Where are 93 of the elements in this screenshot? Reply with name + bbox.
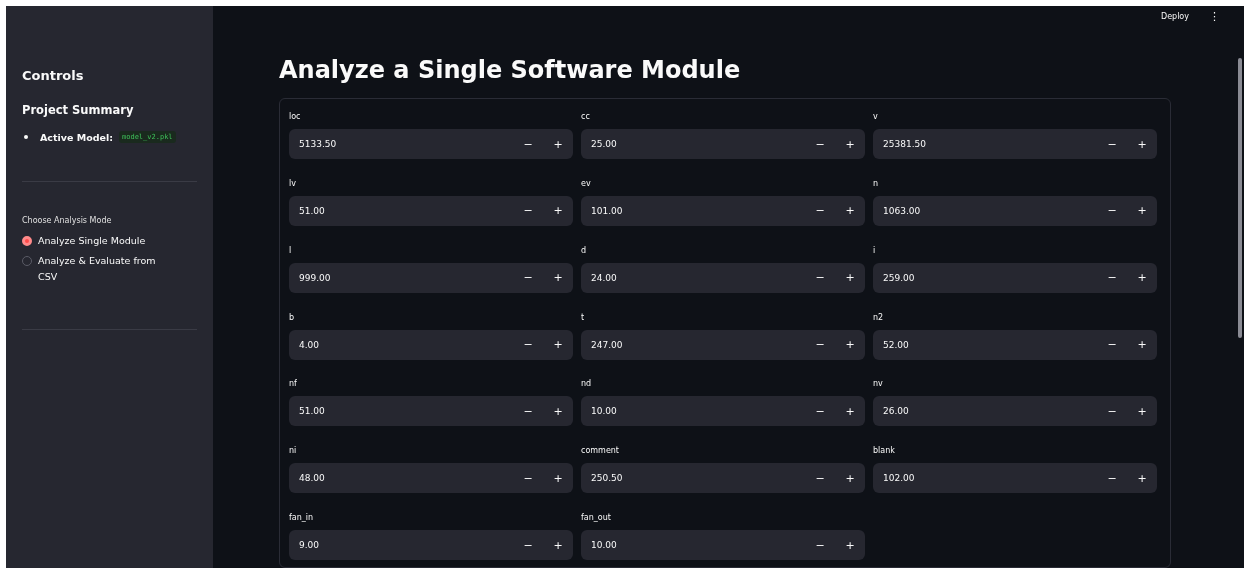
increment-button[interactable]: + — [835, 195, 865, 226]
field-label: nv — [873, 378, 884, 391]
increment-button[interactable]: + — [835, 329, 865, 360]
decrement-button[interactable]: − — [805, 262, 835, 293]
decrement-button[interactable]: − — [1097, 129, 1127, 159]
decrement-button[interactable]: − — [805, 129, 835, 159]
increment-button[interactable]: + — [1127, 129, 1157, 159]
increment-button[interactable]: + — [543, 463, 573, 494]
decrement-button[interactable]: − — [513, 530, 543, 561]
increment-button[interactable]: + — [1127, 262, 1157, 293]
number-input[interactable]: 1063.00 − + — [873, 195, 1157, 226]
field-label: comment — [581, 445, 620, 458]
increment-button[interactable]: + — [543, 396, 573, 427]
number-input[interactable]: 26.00 − + — [873, 396, 1157, 427]
number-input[interactable]: 24.00 − + — [581, 262, 865, 293]
number-input[interactable]: 10.00 − + — [581, 396, 865, 427]
decrement-button[interactable]: − — [805, 329, 835, 360]
number-input[interactable]: 4.00 − + — [289, 329, 573, 360]
menu-button[interactable]: ⋮ — [1207, 9, 1222, 23]
increment-button[interactable]: + — [835, 262, 865, 293]
deploy-button[interactable]: Deploy — [1157, 9, 1193, 23]
number-input[interactable]: 250.50 − + — [581, 463, 865, 494]
field-label: lv — [289, 177, 297, 190]
increment-button[interactable]: + — [835, 129, 865, 159]
number-input[interactable]: 999.00 − + — [289, 262, 573, 293]
field-label: d — [581, 244, 588, 257]
field-label: i — [873, 244, 877, 257]
increment-button[interactable]: + — [543, 530, 573, 561]
number-input[interactable]: 101.00 − + — [581, 195, 865, 226]
radio-button[interactable] — [22, 236, 32, 246]
radio-label[interactable]: Analyze Single Module — [38, 233, 168, 249]
field-label: cc — [581, 111, 591, 123]
field-label: n2 — [873, 311, 885, 324]
decrement-button[interactable]: − — [1097, 396, 1127, 427]
increment-button[interactable]: + — [835, 530, 865, 561]
radio-label[interactable]: Analyze & Evaluate from CSV — [38, 253, 168, 285]
sidebar-title: Controls — [22, 68, 85, 83]
field-label: t — [581, 311, 586, 324]
increment-button[interactable]: + — [543, 129, 573, 159]
field-label: fan_out — [581, 512, 612, 525]
increment-button[interactable]: + — [835, 463, 865, 494]
decrement-button[interactable]: − — [1097, 463, 1127, 494]
decrement-button[interactable]: − — [513, 396, 543, 427]
decrement-button[interactable]: − — [1097, 329, 1127, 360]
field-label: ni — [289, 445, 298, 458]
scrollbar[interactable] — [1238, 58, 1242, 338]
number-input[interactable]: 5133.50 − + — [289, 129, 573, 159]
field-label: loc — [289, 111, 302, 123]
number-input[interactable]: 25381.50 − + — [873, 129, 1157, 159]
increment-button[interactable]: + — [543, 329, 573, 360]
field-label: v — [873, 111, 879, 123]
increment-button[interactable]: + — [1127, 463, 1157, 494]
page-title: Analyze a Single Software Module — [279, 56, 742, 84]
summary-label: Active Model: — [40, 131, 113, 143]
decrement-button[interactable]: − — [805, 530, 835, 561]
number-input[interactable]: 9.00 − + — [289, 530, 573, 561]
number-input[interactable]: 48.00 − + — [289, 463, 573, 494]
increment-button[interactable]: + — [1127, 329, 1157, 360]
decrement-button[interactable]: − — [513, 262, 543, 293]
decrement-button[interactable]: − — [805, 195, 835, 226]
number-input[interactable]: 259.00 − + — [873, 262, 1157, 293]
number-input[interactable]: 102.00 − + — [873, 463, 1157, 494]
field-label: l — [289, 244, 293, 257]
decrement-button[interactable]: − — [513, 129, 543, 159]
field-label: nd — [581, 378, 593, 391]
field-label: b — [289, 311, 296, 324]
field-label: n — [873, 177, 880, 190]
decrement-button[interactable]: − — [1097, 195, 1127, 226]
decrement-button[interactable]: − — [513, 195, 543, 226]
increment-button[interactable]: + — [1127, 396, 1157, 427]
increment-button[interactable]: + — [543, 262, 573, 293]
increment-button[interactable]: + — [835, 396, 865, 427]
number-input[interactable]: 10.00 − + — [581, 530, 865, 561]
number-input[interactable]: 247.00 − + — [581, 329, 865, 360]
decrement-button[interactable]: − — [513, 463, 543, 494]
section-heading: Project Summary — [22, 103, 135, 117]
decrement-button[interactable]: − — [805, 463, 835, 494]
field-label: fan_in — [289, 512, 315, 525]
field-label: nf — [289, 378, 298, 391]
number-input[interactable]: 52.00 − + — [873, 329, 1157, 360]
increment-button[interactable]: + — [1127, 195, 1157, 226]
number-input[interactable]: 25.00 − + — [581, 129, 865, 159]
field-label: ev — [581, 177, 592, 190]
field-label: blank — [873, 445, 896, 458]
radio-group-label: Choose Analysis Mode — [22, 216, 113, 225]
bullet-icon — [24, 135, 28, 139]
radio-button[interactable] — [22, 256, 32, 266]
decrement-button[interactable]: − — [805, 396, 835, 427]
increment-button[interactable]: + — [543, 195, 573, 226]
decrement-button[interactable]: − — [1097, 262, 1127, 293]
number-input[interactable]: 51.00 − + — [289, 195, 573, 226]
number-input[interactable]: 51.00 − + — [289, 396, 573, 427]
decrement-button[interactable]: − — [513, 329, 543, 360]
